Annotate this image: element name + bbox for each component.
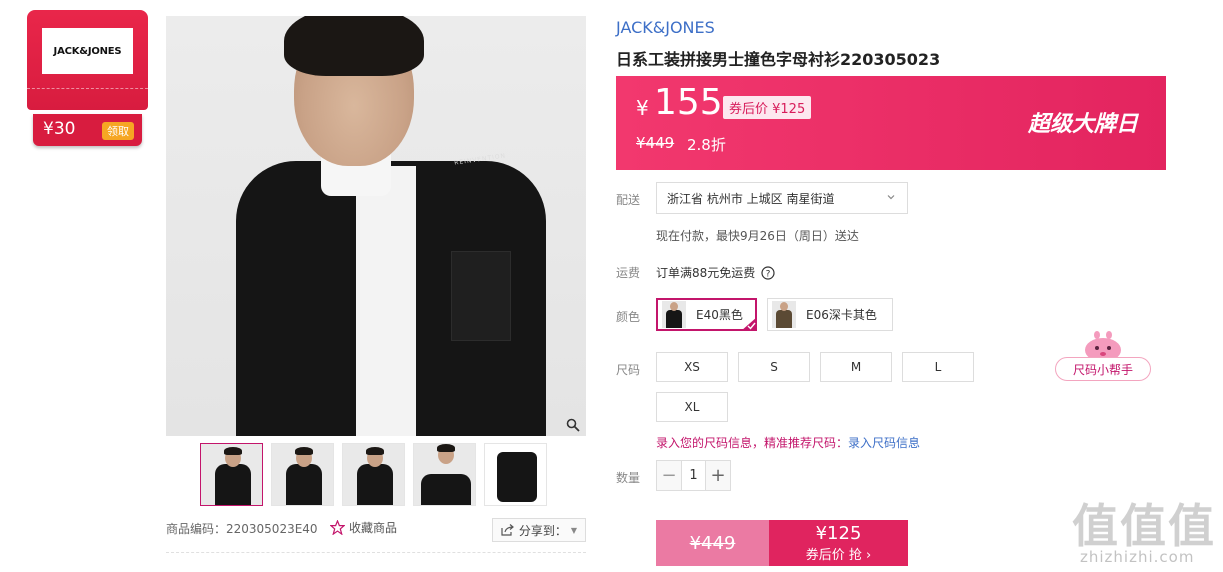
svg-text:?: ? [766, 269, 771, 279]
check-icon [741, 317, 757, 331]
current-price: 155 [654, 82, 723, 123]
coupon-footer: ¥30 领取 [33, 114, 142, 146]
product-page: JACK&JONES ¥30 领取 REINVENTION 商品编码：22030… [0, 0, 1223, 572]
divider [166, 552, 586, 553]
color-option-label: E40黑色 [696, 308, 743, 322]
shipping-label: 运费 [616, 266, 641, 280]
buy-price: ¥125 [815, 523, 862, 544]
size-option-m[interactable]: M [820, 352, 892, 382]
caret-down-icon: ▼ [570, 525, 578, 535]
size-option-l[interactable]: L [902, 352, 974, 382]
price-panel: ¥ 155 券后价 ¥125 ¥449 2.8折 超级大牌日 [616, 76, 1166, 170]
currency-symbol: ¥ [636, 96, 649, 120]
size-helper-label: 尺码小帮手 [1055, 357, 1151, 381]
thumbnail[interactable] [484, 443, 547, 506]
favorite-button[interactable]: 收藏商品 [330, 519, 397, 536]
image-hair [284, 16, 424, 76]
thumbnail[interactable] [413, 443, 476, 506]
thumbnail-strip [200, 443, 547, 506]
star-icon [330, 520, 345, 535]
image-tee [356, 166, 416, 436]
color-label: 颜色 [616, 310, 641, 324]
color-option-label: E06深卡其色 [806, 308, 877, 322]
brand-coupon[interactable]: JACK&JONES ¥30 领取 [27, 10, 148, 146]
size-label: 尺码 [616, 363, 641, 377]
product-title: 日系工装拼接男士撞色字母衬衫220305023 [616, 50, 941, 69]
size-note-text: 录入您的尺码信息，精准推荐尺码： [656, 436, 849, 450]
delivery-label: 配送 [616, 193, 641, 207]
chevron-down-icon [887, 195, 895, 200]
color-option-khaki[interactable]: E06深卡其色 [767, 298, 893, 331]
coupon-divider [27, 88, 148, 112]
size-input-link[interactable]: 录入尺码信息 [848, 436, 920, 450]
share-label: 分享到： [518, 523, 567, 538]
main-product-image[interactable]: REINVENTION [166, 16, 586, 436]
original-price: ¥449 [636, 134, 675, 152]
color-option-black[interactable]: E40黑色 [656, 298, 757, 331]
after-coupon-price: 券后价 ¥125 [723, 96, 812, 119]
favorite-label: 收藏商品 [349, 521, 398, 535]
quantity-input[interactable]: 1 [681, 461, 706, 490]
decrement-button[interactable]: − [657, 461, 681, 490]
quantity-label: 数量 [616, 471, 641, 485]
address-select[interactable]: 浙江省 杭州市 上城区 南星街道 [656, 182, 908, 214]
buy-action-label: 券后价 抢 › [805, 548, 872, 563]
coupon-claim-button[interactable]: 领取 [102, 122, 134, 140]
site-watermark: 值值值 zhizhizhi.com [1070, 490, 1220, 570]
delivery-estimate: 现在付款，最快9月26日（周日）送达 [656, 229, 859, 243]
buy-button[interactable]: ¥125 券后价 抢 › [769, 520, 908, 566]
watermark-logo: 值值值 [1072, 499, 1216, 553]
size-option-s[interactable]: S [738, 352, 810, 382]
brand-link[interactable]: JACK&JONES [616, 18, 715, 37]
thumbnail[interactable] [200, 443, 263, 506]
brand-logo: JACK&JONES [42, 28, 133, 74]
product-code: 商品编码：220305023E40 [166, 522, 318, 536]
address-value: 浙江省 杭州市 上城区 南星街道 [667, 191, 835, 206]
help-icon[interactable]: ? [761, 265, 775, 280]
promo-label: 超级大牌日 [1027, 112, 1138, 137]
size-helper[interactable]: 尺码小帮手 [1055, 330, 1151, 382]
color-swatch-image [662, 301, 686, 328]
original-price-button[interactable]: ¥449 [656, 520, 769, 566]
increment-button[interactable]: + [706, 461, 730, 490]
share-button[interactable]: 分享到： ▼ [492, 518, 586, 542]
thumbnail[interactable] [271, 443, 334, 506]
size-option-xl[interactable]: XL [656, 392, 728, 422]
size-recommendation: 录入您的尺码信息，精准推荐尺码：录入尺码信息 [656, 434, 920, 451]
coupon-header: JACK&JONES [27, 10, 148, 110]
thumbnail[interactable] [342, 443, 405, 506]
share-icon [501, 524, 514, 536]
color-swatch-image [772, 301, 796, 328]
discount-rate: 2.8折 [687, 136, 726, 154]
watermark-url: zhizhizhi.com [1080, 548, 1195, 566]
size-option-xs[interactable]: XS [656, 352, 728, 382]
shipping-info: 订单满88元免运费 ? [656, 264, 775, 281]
zoom-icon[interactable] [566, 418, 580, 432]
coupon-amount: ¥30 [43, 119, 76, 139]
shipping-text: 订单满88元免运费 [656, 266, 756, 280]
image-pocket [451, 251, 511, 341]
quantity-stepper: − 1 + [656, 460, 731, 491]
